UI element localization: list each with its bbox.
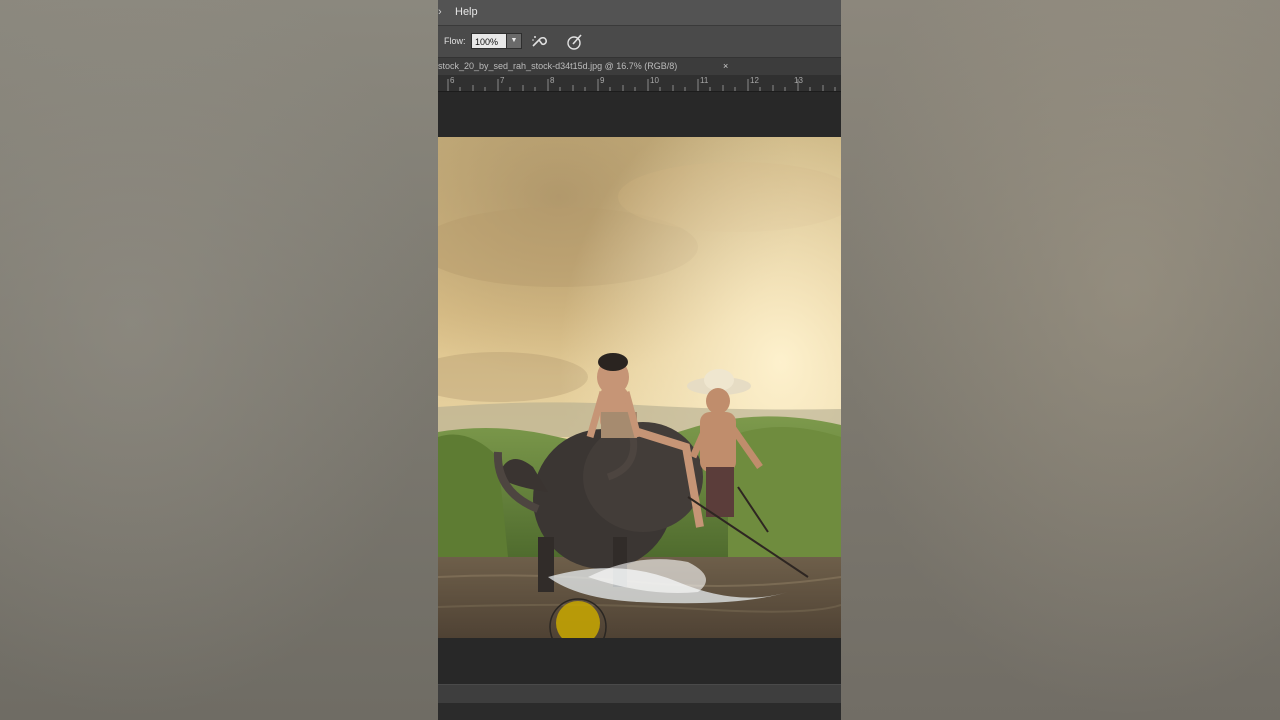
document-canvas[interactable] (438, 92, 841, 682)
airbrush-icon[interactable] (530, 32, 550, 52)
ruler-label: 8 (550, 76, 555, 85)
ruler-ticks (447, 79, 836, 91)
menu-help[interactable]: Help (455, 6, 478, 18)
horizontal-scrollbar[interactable] (438, 684, 841, 704)
pressure-icon[interactable] (565, 32, 585, 52)
close-icon[interactable]: × (723, 61, 728, 71)
flow-dropdown-button[interactable]: ▼ (506, 33, 522, 49)
flow-label: Flow: (444, 36, 466, 46)
blurred-background-left (0, 0, 438, 720)
document-tab-bar: stock_20_by_sed_rah_stock-d34t15d.jpg @ … (438, 58, 841, 75)
flow-input[interactable]: 100% (471, 33, 507, 49)
blurred-background-right (841, 0, 1280, 720)
photoshop-window: › Help Flow: 100% ▼ stock_20_by_sed_rah_… (438, 0, 841, 720)
horizontal-ruler[interactable]: 6 7 8 9 10 11 12 13 (438, 75, 841, 92)
ruler-label: 11 (700, 76, 709, 85)
options-bar: Flow: 100% ▼ (438, 26, 841, 58)
ruler-label: 12 (750, 76, 759, 85)
ruler-label: 9 (600, 76, 605, 85)
chevron-down-icon: ▼ (510, 37, 518, 44)
menu-overflow-icon[interactable]: › (438, 6, 442, 18)
ruler-label: 7 (500, 76, 505, 85)
status-bar (438, 703, 841, 720)
menu-bar: › Help (438, 0, 841, 26)
ruler-label: 10 (650, 76, 659, 85)
photo-image[interactable] (438, 137, 841, 638)
document-tab-title[interactable]: stock_20_by_sed_rah_stock-d34t15d.jpg @ … (438, 61, 677, 71)
ruler-label: 13 (794, 76, 803, 85)
ruler-label: 6 (450, 76, 455, 85)
